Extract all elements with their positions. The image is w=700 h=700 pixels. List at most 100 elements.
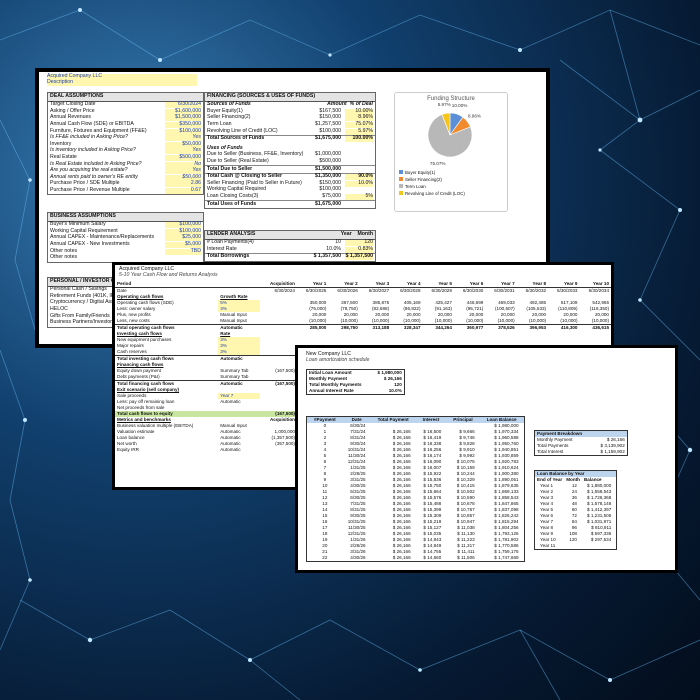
deal-assumptions: DEAL ASSUMPTIONS Target Closing Date 6/30… <box>47 92 204 196</box>
balance-header: Month <box>566 477 580 483</box>
summary-row: Annual Interest Rate 10.0% <box>307 388 405 395</box>
lender-amount: 10 <box>335 239 341 246</box>
amort-row: 22 4/30/26 $ 26,166 $ 14,660 $ 11,506 $ 1,747… <box>307 555 525 562</box>
balance-cell <box>582 543 617 550</box>
sheet2-subtitle: 5-10 Year Cash Flow and Returns Analysis <box>119 271 218 278</box>
use-row: Total Uses of Funds $1,675,000 <box>205 200 375 208</box>
legend-swatch <box>399 183 403 188</box>
breakdown-row: Total Interest $ 1,159,902 <box>535 449 628 456</box>
cf-cell: 378,526 <box>498 325 515 331</box>
balance-row: Year 4 48 $ 1,578,148 <box>535 501 617 507</box>
balance-header: End of Year <box>537 477 563 483</box>
use-label: Total Due to Seller <box>207 165 253 172</box>
legend-swatch <box>399 176 403 181</box>
lender-pct: $ 1,357,500 <box>345 253 373 261</box>
cf-cell: 436,615 <box>592 325 609 331</box>
amort-cell: $ 14,660 <box>423 555 442 561</box>
pie-label: 10.00% <box>452 103 468 108</box>
date-header: 6/30/2028 <box>400 288 421 294</box>
date-header: 6/30/2030 <box>462 288 484 294</box>
pie-svg: 10.00%8.96% 75.07% 5.97% <box>427 102 481 166</box>
amortization-table: #Payment Date Total Payment Interest Princip… <box>306 416 525 562</box>
company-description[interactable]: Description <box>47 79 197 86</box>
loan-amortization-sheet[interactable]: New Company LLC Loan amortization schedu… <box>295 345 678 573</box>
source-amount: $1,257,500 <box>315 121 341 128</box>
pct-label: % of Deal <box>349 101 373 108</box>
loan-balance-by-year: Loan Balance by Year End of Year Month Bala… <box>534 470 618 550</box>
lender-label: Interest Rate <box>207 245 237 252</box>
source-amount: $150,000 <box>319 114 341 121</box>
breakdown-label: Monthly Payment <box>537 437 573 443</box>
lender-row: Interest Rate 10.0% 0.83% <box>205 245 375 254</box>
cf-cell: 344,264 <box>435 325 452 331</box>
use-pct: 10.0% <box>345 180 373 187</box>
summary-value: 10.0% <box>388 388 402 394</box>
use-amount: $100,000 <box>319 186 341 193</box>
summary-label: Annual Interest Rate <box>309 388 354 394</box>
source-amount: $1,675,000 <box>315 135 341 142</box>
date-header: 6/30/2032 <box>525 288 547 294</box>
balance-row: Year 10 120 $ 297,534 <box>535 537 617 543</box>
business-row: Other notes <box>48 254 203 262</box>
use-amount: $1,675,000 <box>315 200 341 207</box>
cf-cell <box>260 355 297 362</box>
source-amount: $167,500 <box>319 107 341 114</box>
pie-label: 5.97% <box>438 103 451 107</box>
business-assumptions: BUSINESS ASSUMPTIONS Buyer's Minimum Sal… <box>47 212 204 263</box>
payment-breakdown: Payment Breakdown Monthly Payment $ 26,166… <box>534 430 628 456</box>
summary-label: Total Monthly Payments <box>309 382 362 388</box>
legend-label: Term Loan <box>405 183 426 189</box>
lender-row: Total Borrowings $ 1,357,500 $ 1,357,500 <box>205 253 375 261</box>
use-label: Loan Closing Costs(3) <box>207 193 259 199</box>
metric-cell <box>260 447 297 453</box>
lender-pct: 0.83% <box>345 246 373 253</box>
lender-amount: 10.0% <box>326 245 341 252</box>
metric-cell: Equity IRR <box>117 447 139 453</box>
use-row: Due to Seller (Real Estate) $500,000 <box>205 158 375 166</box>
use-label: Total Uses of Funds <box>207 200 257 207</box>
cf-cell: 313,188 <box>372 325 390 331</box>
date-header: 6/30/2027 <box>368 288 390 294</box>
cf-cell: 328,347 <box>403 325 421 331</box>
breakdown-value: $ 1,159,902 <box>600 449 625 455</box>
pie-label: 75.07% <box>430 161 446 165</box>
source-pct: 100.00% <box>345 135 373 143</box>
amort-cell: $ 1,747,669 <box>494 555 519 561</box>
source-pct: 5.97% <box>345 128 373 135</box>
cf-cell: 416,300 <box>560 325 578 331</box>
balance-cell <box>564 543 582 550</box>
use-amount: $75,000 <box>322 193 341 199</box>
use-row: Total Due to Seller $1,500,000 <box>205 165 375 173</box>
date-header: 6/30/2031 <box>494 288 515 294</box>
use-amount: $1,350,000 <box>315 173 341 180</box>
date-header: 6/30/2025 <box>305 288 327 294</box>
lender-amount: $ 1,357,500 <box>313 253 341 260</box>
lender-analysis: LENDER ANALYSIS Year Month # Loan Paymen… <box>204 230 376 262</box>
balance-row: Year 8 96 $ 810,911 <box>535 525 617 531</box>
balance-row: Year 7 84 $ 1,031,971 <box>535 519 617 525</box>
balance-row: Year 9 108 $ 597,336 <box>535 531 617 537</box>
lender-title: LENDER ANALYSIS <box>207 231 256 237</box>
use-amount: $500,000 <box>319 158 341 165</box>
breakdown-label: Total Interest <box>537 449 564 455</box>
balance-row: Year 3 36 $ 1,726,368 <box>535 495 617 501</box>
deal-value[interactable]: 0.67 <box>165 187 201 194</box>
metric-cell: Automatic <box>220 447 241 453</box>
balance-row: Year 5 60 $ 1,412,397 <box>535 507 617 513</box>
legend-swatch <box>399 191 403 196</box>
lender-label: Total Borrowings <box>207 253 250 260</box>
cf-cell: 360,977 <box>466 325 484 331</box>
date-header: 6/30/2024 <box>274 288 295 294</box>
cf-cell[interactable]: Automatic <box>218 380 259 387</box>
use-amount: $150,000 <box>319 179 341 186</box>
business-label: Other notes <box>50 254 78 261</box>
pie-legend-item: Seller Financing(2) <box>399 176 507 182</box>
source-label: Revolving Line of Credit (LOC) <box>207 127 278 134</box>
business-value[interactable]: TBD <box>165 248 201 255</box>
year-label: Year <box>340 231 352 237</box>
personal-label: Business Partners/Investors <box>50 319 115 326</box>
balance-row: Year 11 <box>535 543 617 550</box>
use-pct: 5% <box>345 193 373 200</box>
month-label: Month <box>357 231 373 237</box>
deal-row: Purchase Price / Revenue Multiple 0.67 <box>48 187 203 195</box>
